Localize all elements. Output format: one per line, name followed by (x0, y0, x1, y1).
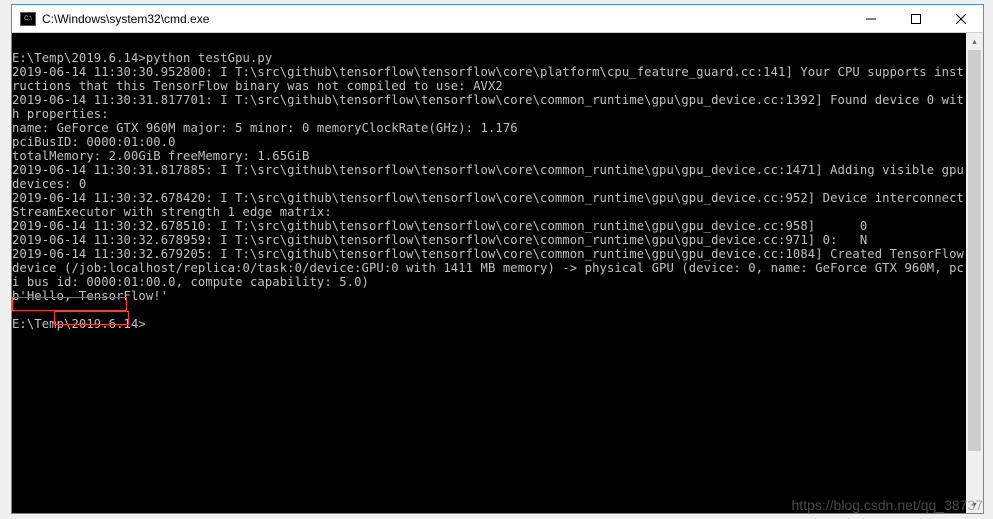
log-line: 2019-06-14 11:30:31.817885: I T:\src\git… (12, 163, 966, 191)
close-button[interactable] (938, 5, 983, 33)
minimize-icon (866, 14, 876, 24)
terminal-output[interactable]: E:\Temp\2019.6.14>python testGpu.py 2019… (12, 33, 966, 513)
window-title: C:\Windows\system32\cmd.exe (42, 12, 209, 26)
prompt-path: E:\Temp\2019.6.14> (12, 317, 146, 331)
client-area: E:\Temp\2019.6.14>python testGpu.py 2019… (12, 33, 983, 513)
log-line: 2019-06-14 11:30:31.817701: I T:\src\git… (12, 93, 964, 121)
log-line: 2019-06-14 11:30:32.678510: I T:\src\git… (12, 219, 867, 233)
close-icon (956, 14, 966, 24)
scroll-track[interactable] (966, 50, 983, 496)
titlebar[interactable]: C:\Windows\system32\cmd.exe (12, 5, 983, 33)
scroll-up-button[interactable]: ▴ (966, 33, 983, 50)
vertical-scrollbar[interactable]: ▴ ▾ (966, 33, 983, 513)
log-line: 2019-06-14 11:30:30.952800: I T:\src\git… (12, 65, 964, 93)
prompt-path: E:\Temp\2019.6.14> (12, 51, 146, 65)
log-line: totalMemory: 2.00GiB freeMemory: 1.65GiB (12, 149, 310, 163)
chevron-up-icon: ▴ (972, 37, 976, 46)
scroll-thumb[interactable] (968, 50, 981, 451)
prompt-command: python testGpu.py (146, 51, 272, 65)
cmd-window: C:\Windows\system32\cmd.exe E:\Temp\2019… (11, 4, 984, 514)
maximize-icon (911, 14, 921, 24)
scroll-down-button[interactable]: ▾ (966, 496, 983, 513)
maximize-button[interactable] (893, 5, 938, 33)
log-line: name: GeForce GTX 960M major: 5 minor: 0… (12, 121, 518, 135)
log-line: pciBusID: 0000:01:00.0 (12, 135, 176, 149)
cmd-icon (20, 12, 36, 26)
log-line: 2019-06-14 11:30:32.678959: I T:\src\git… (12, 233, 867, 247)
log-line: b'Hello, TensorFlow!' (12, 289, 168, 303)
log-line: 2019-06-14 11:30:32.678420: I T:\src\git… (12, 191, 966, 219)
log-line: 2019-06-14 11:30:32.679205: I T:\src\git… (12, 247, 966, 289)
chevron-down-icon: ▾ (972, 500, 976, 509)
minimize-button[interactable] (848, 5, 893, 33)
